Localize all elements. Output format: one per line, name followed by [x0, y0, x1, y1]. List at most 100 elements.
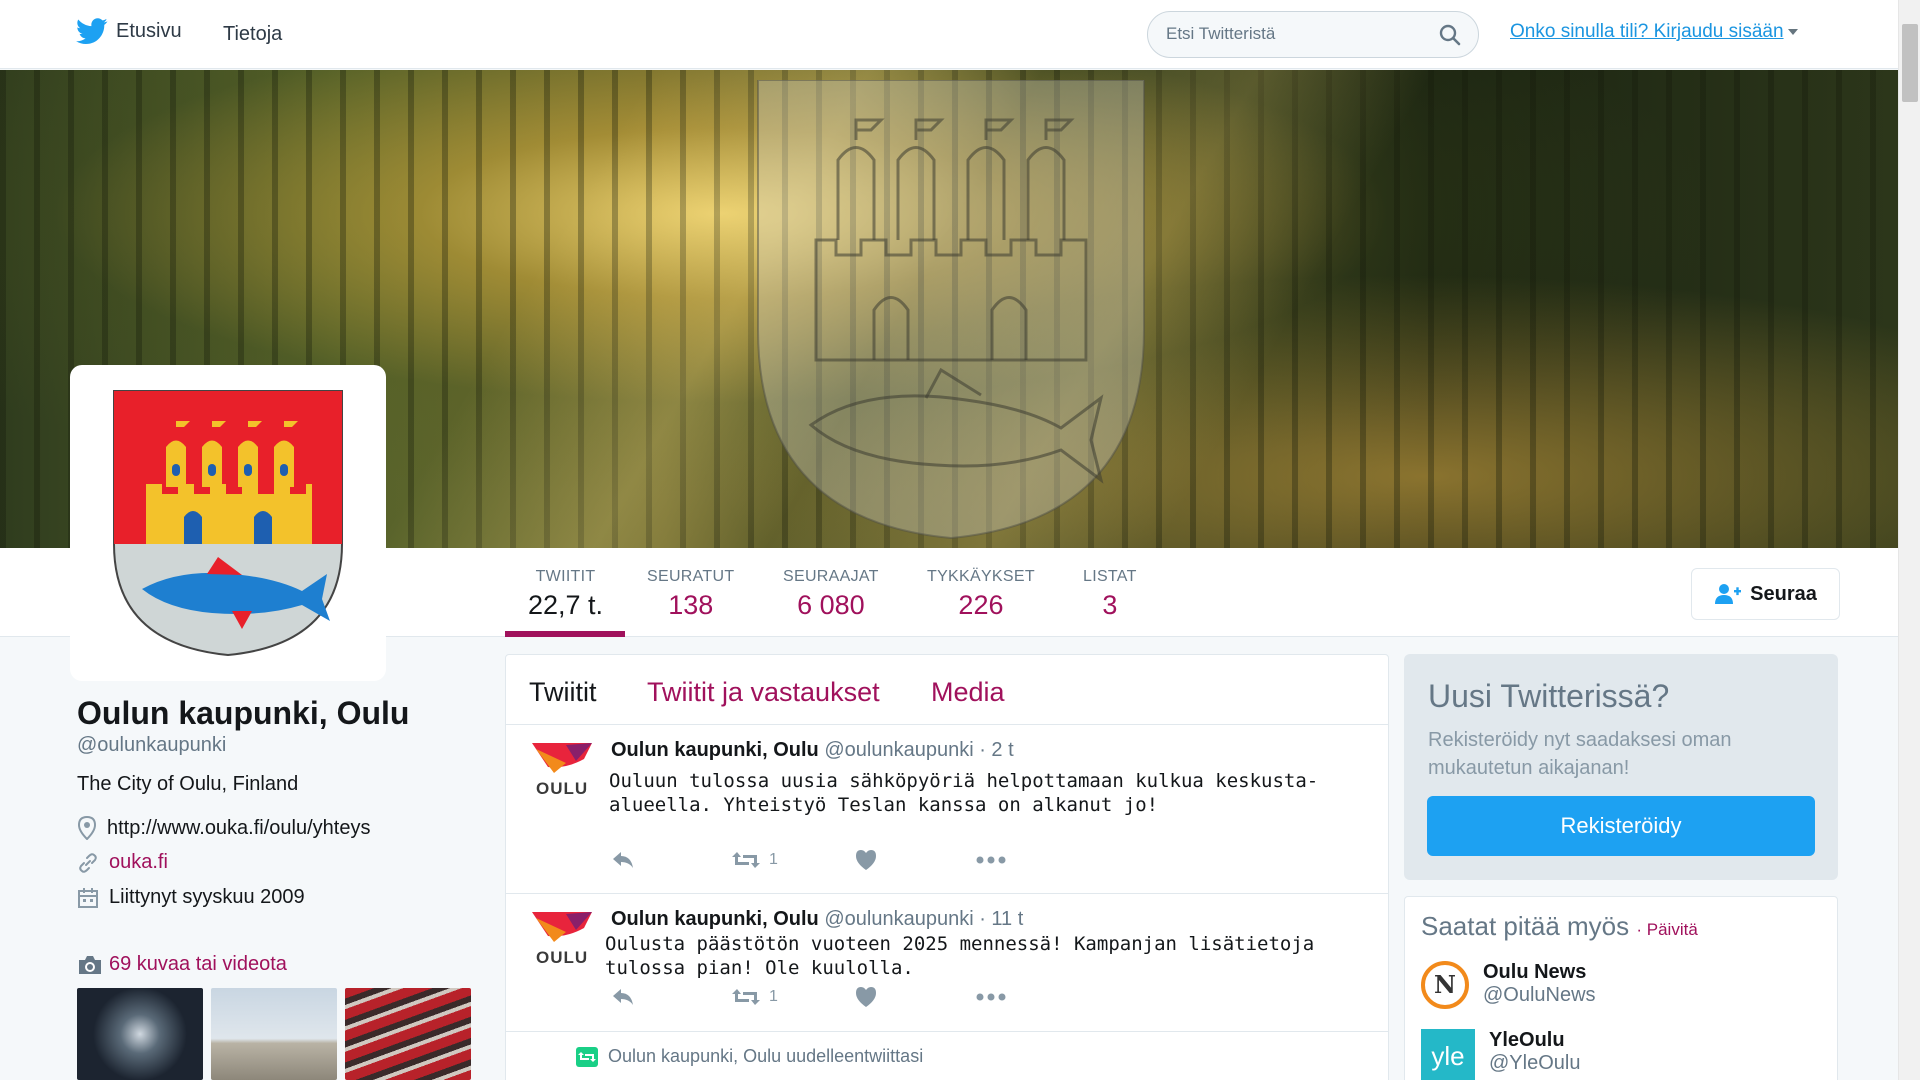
- oulu-news-avatar: N: [1421, 961, 1469, 1009]
- media-thumbnail-3[interactable]: [345, 988, 471, 1080]
- scrollbar-thumb[interactable]: [1902, 24, 1918, 102]
- location-pin-icon: [77, 816, 97, 840]
- suggested-user-handle: @OuluNews: [1483, 984, 1596, 1006]
- reply-button[interactable]: [611, 850, 635, 870]
- profile-location-text: http://www.ouka.fi/oulu/yhteys: [107, 816, 371, 839]
- suggested-user-name[interactable]: YleOulu: [1489, 1029, 1580, 1052]
- profile-bio: The City of Oulu, Finland: [77, 773, 299, 795]
- suggested-user[interactable]: yle YleOulu @YleOulu: [1421, 1029, 1580, 1080]
- nav-home-link[interactable]: Etusivu: [76, 18, 182, 45]
- login-label: Onko sinulla tili? Kirjaudu sisään: [1510, 21, 1784, 42]
- more-dots-icon: [976, 856, 1006, 864]
- stat-likes-label: TYKKÄYKSET: [927, 568, 1035, 585]
- stat-likes-value: 226: [958, 590, 1004, 620]
- tweet-item[interactable]: OULU Oulun kaupunki, Oulu @oulunkaupunki…: [506, 725, 1388, 894]
- tweet-avatar[interactable]: OULU: [526, 908, 596, 975]
- suggested-user-info: Oulu News @OuluNews: [1483, 961, 1596, 1009]
- calendar-icon: [78, 887, 98, 908]
- more-button[interactable]: [976, 992, 1006, 1002]
- reply-icon: [613, 852, 633, 868]
- oulu-coat-of-arms: [113, 390, 343, 657]
- stat-tweets[interactable]: TWIITIT 22,7 t.: [528, 568, 603, 621]
- profile-website-text[interactable]: ouka.fi: [109, 851, 168, 874]
- retweet-note: Oulun kaupunki, Oulu uudelleentwiittasi: [576, 1046, 923, 1067]
- profile-joined-text: Liittynyt syyskuu 2009: [109, 886, 305, 908]
- nav-home-label: Etusivu: [116, 20, 182, 42]
- profile-website[interactable]: ouka.fi: [77, 851, 168, 874]
- media-thumbnail-2[interactable]: [211, 988, 337, 1080]
- retweeted-item[interactable]: Oulun kaupunki, Oulu uudelleentwiittasi: [506, 1032, 1388, 1080]
- tweet-item[interactable]: OULU Oulun kaupunki, Oulu @oulunkaupunki…: [506, 894, 1388, 1032]
- tweet-time[interactable]: · 11 t: [979, 908, 1023, 930]
- tweet-time[interactable]: · 2 t: [979, 739, 1013, 761]
- media-count: 69 kuvaa tai videota: [109, 953, 287, 975]
- stat-followers-value: 6 080: [797, 590, 865, 620]
- profile-name: Oulun kaupunki, Oulu: [77, 695, 410, 731]
- suggestions-title: Saatat pitää myös: [1421, 911, 1630, 941]
- like-button[interactable]: [854, 849, 878, 871]
- follow-button[interactable]: Seuraa: [1691, 568, 1840, 620]
- suggested-user[interactable]: N Oulu News @OuluNews: [1421, 961, 1596, 1009]
- add-user-icon: [1715, 584, 1742, 604]
- heart-icon: [855, 987, 876, 1007]
- oulu-news-avatar-text: N: [1434, 970, 1456, 999]
- suggested-user-name[interactable]: Oulu News: [1483, 961, 1596, 984]
- tab-media[interactable]: Media: [931, 677, 1005, 708]
- yle-oulu-avatar-text: yle: [1431, 1041, 1464, 1071]
- retweet-button[interactable]: 1: [731, 987, 778, 1007]
- profile-handle: @oulunkaupunki: [77, 734, 227, 756]
- signup-button[interactable]: Rekisteröidy: [1427, 796, 1815, 856]
- stat-tweets-label: TWIITIT: [535, 568, 596, 585]
- stat-tweets-value: 22,7 t.: [528, 590, 604, 620]
- nav-about-link[interactable]: Tietoja: [223, 23, 282, 46]
- heart-icon: [855, 850, 876, 870]
- media-thumbnail-1[interactable]: [77, 988, 203, 1080]
- tweet-text: Ouluun tulossa uusia sähköpyöriä helpott…: [609, 770, 1319, 816]
- profile-joined: Liittynyt syyskuu 2009: [77, 886, 305, 909]
- tab-tweets[interactable]: Twiitit: [529, 677, 597, 708]
- search-input[interactable]: [1166, 24, 1426, 44]
- suggested-user-handle: @YleOulu: [1489, 1052, 1581, 1074]
- tweet-avatar-label: OULU: [536, 948, 589, 967]
- more-button[interactable]: [976, 855, 1006, 865]
- tweet-avatar-label: OULU: [536, 779, 589, 798]
- search-icon[interactable]: [1438, 23, 1462, 47]
- refresh-link[interactable]: · Päivitä: [1636, 920, 1697, 939]
- tweet-author-handle[interactable]: @oulunkaupunki: [824, 908, 973, 930]
- tweet-avatar[interactable]: OULU: [526, 739, 596, 806]
- active-stat-underline: [505, 631, 625, 637]
- stat-following[interactable]: SEURATUT 138: [647, 568, 734, 621]
- reply-icon: [613, 989, 633, 1005]
- retweet-icon: [732, 852, 760, 868]
- tweet-timeline: Twiitit Twiitit ja vastaukset Media OULU…: [505, 654, 1389, 1080]
- timeline-tabs: Twiitit Twiitit ja vastaukset Media: [506, 655, 1388, 725]
- reply-button[interactable]: [611, 987, 635, 1007]
- signup-title: Uusi Twitterissä?: [1428, 678, 1670, 714]
- login-link[interactable]: Onko sinulla tili? Kirjaudu sisään: [1510, 21, 1798, 43]
- signup-module: Uusi Twitterissä? Rekisteröidy nyt saada…: [1404, 654, 1838, 880]
- media-link[interactable]: 69 kuvaa tai videota: [77, 953, 287, 976]
- link-icon: [79, 852, 97, 873]
- retweet-icon: [732, 989, 760, 1005]
- tweet-author-name[interactable]: Oulun kaupunki, Oulu: [611, 908, 819, 930]
- stat-followers[interactable]: SEURAAJAT 6 080: [783, 568, 879, 621]
- suggested-user-info: YleOulu @YleOulu: [1489, 1029, 1580, 1080]
- twitter-bird-icon: [76, 18, 108, 45]
- top-navigation: Etusivu Tietoja Onko sinulla tili? Kirja…: [0, 0, 1898, 69]
- page-scrollbar[interactable]: [1898, 0, 1920, 1080]
- tweet-actions: 1: [611, 849, 1006, 871]
- tab-tweets-and-replies[interactable]: Twiitit ja vastaukset: [647, 677, 880, 708]
- tweet-author-name[interactable]: Oulun kaupunki, Oulu: [611, 739, 819, 761]
- more-dots-icon: [976, 993, 1006, 1001]
- retweet-note-text: Oulun kaupunki, Oulu uudelleentwiittasi: [608, 1046, 924, 1066]
- caret-down-icon: [1787, 29, 1798, 35]
- tweet-author-handle[interactable]: @oulunkaupunki: [824, 739, 973, 761]
- retweet-button[interactable]: 1: [731, 850, 778, 870]
- like-button[interactable]: [854, 986, 878, 1008]
- stat-lists-value: 3: [1102, 590, 1118, 620]
- retweet-count: 1: [769, 851, 778, 868]
- profile-avatar[interactable]: [70, 365, 386, 681]
- search-box: [1147, 11, 1479, 58]
- stat-likes[interactable]: TYKKÄYKSET 226: [927, 568, 1035, 621]
- stat-lists[interactable]: LISTAT 3: [1083, 568, 1137, 621]
